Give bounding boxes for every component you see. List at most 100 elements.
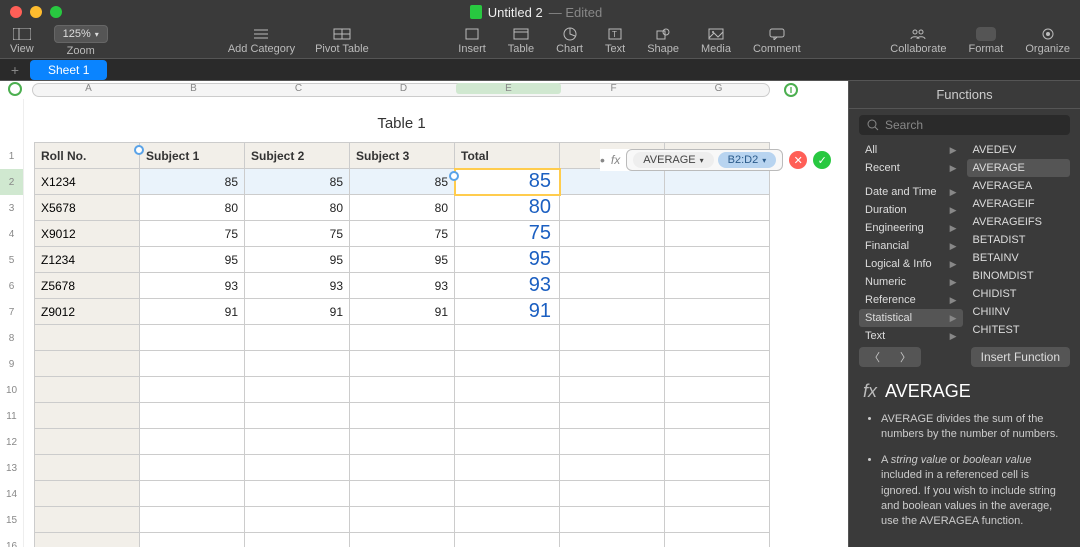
row-header-15[interactable]: 15 [0,507,24,533]
cell[interactable] [245,507,350,533]
cell[interactable] [665,455,770,481]
cell[interactable] [665,429,770,455]
cell[interactable] [350,429,455,455]
row-header-3[interactable]: 3 [0,195,24,221]
row-header-10[interactable]: 10 [0,377,24,403]
cell[interactable] [560,195,665,221]
column-header-F[interactable]: F [561,83,666,94]
cell[interactable] [665,169,770,195]
function-item[interactable]: CHIDIST [967,285,1071,303]
cell[interactable]: 93 [140,273,245,299]
cell[interactable] [455,403,560,429]
cell[interactable]: 80 [140,195,245,221]
table-row[interactable] [35,403,770,429]
cell[interactable] [140,455,245,481]
cell[interactable] [140,403,245,429]
formula-range[interactable]: B2:D2▾ [718,152,777,168]
pivot-table-button[interactable]: Pivot Table [315,27,369,55]
cell[interactable] [560,507,665,533]
table-row[interactable] [35,325,770,351]
cell[interactable] [140,533,245,547]
cell[interactable] [350,377,455,403]
cell[interactable] [560,247,665,273]
row-header-16[interactable]: 16 [0,533,24,547]
shape-button[interactable]: Shape [647,27,679,55]
cell[interactable] [665,195,770,221]
cell[interactable] [665,299,770,325]
cell[interactable] [140,351,245,377]
cell[interactable]: Z9012 [35,299,140,325]
table-header[interactable]: Subject 2 [245,143,350,169]
add-sheet-button[interactable]: + [0,62,30,78]
function-list[interactable]: AVEDEVAVERAGEAVERAGEAAVERAGEIFAVERAGEIFS… [967,141,1071,341]
table-row[interactable]: X123485858585 [35,169,770,195]
cell[interactable] [35,377,140,403]
cell[interactable] [665,533,770,547]
cell[interactable] [350,455,455,481]
formula-cancel-button[interactable]: ✕ [789,151,807,169]
table-header[interactable]: Subject 1 [140,143,245,169]
fullscreen-window-icon[interactable] [50,6,62,18]
cell[interactable] [665,273,770,299]
row-header-5[interactable]: 5 [0,247,24,273]
row-header-12[interactable]: 12 [0,429,24,455]
add-category-button[interactable]: Add Category [228,27,295,55]
cell[interactable] [35,533,140,547]
cell[interactable]: 85 [245,169,350,195]
format-button[interactable]: Format [969,27,1004,55]
cell[interactable] [560,481,665,507]
cell[interactable] [665,507,770,533]
cell[interactable] [560,325,665,351]
cell[interactable] [245,377,350,403]
column-header-A[interactable]: A [36,83,141,94]
table-title[interactable]: Table 1 [34,107,769,142]
category-list[interactable]: All▶Recent▶Date and Time▶Duration▶Engine… [859,141,963,341]
cell[interactable] [560,403,665,429]
cell[interactable] [455,507,560,533]
cell[interactable]: 85 [350,169,455,195]
cell[interactable]: 80 [245,195,350,221]
function-item[interactable]: AVERAGEIFS [967,213,1071,231]
zoom-button[interactable]: 125% ▾ Zoom [54,25,108,57]
table-row[interactable] [35,507,770,533]
function-item[interactable]: AVERAGE [967,159,1071,177]
cell[interactable] [455,481,560,507]
cell[interactable] [560,455,665,481]
row-header-1[interactable]: 1 [0,143,24,169]
cell[interactable] [665,221,770,247]
table-row[interactable] [35,481,770,507]
cell[interactable] [560,351,665,377]
function-item[interactable]: AVERAGEA [967,177,1071,195]
cell[interactable]: 95 [350,247,455,273]
function-item[interactable]: CHITEST [967,321,1071,339]
cell[interactable]: 95 [455,247,560,273]
organize-button[interactable]: Organize [1025,27,1070,55]
table-right-handle[interactable]: ‖ [784,83,798,97]
function-search[interactable]: Search [859,115,1070,135]
table-row[interactable] [35,533,770,547]
cell[interactable] [35,481,140,507]
cell[interactable] [560,377,665,403]
cell[interactable] [35,429,140,455]
cell[interactable] [140,429,245,455]
selection-handle[interactable] [449,171,459,181]
cell[interactable] [140,377,245,403]
cell[interactable] [350,507,455,533]
cell[interactable]: X9012 [35,221,140,247]
close-window-icon[interactable] [10,6,22,18]
table-row[interactable] [35,429,770,455]
cell[interactable]: 80 [455,195,560,221]
nav-back-button[interactable]: 〈 [859,347,890,367]
category-item[interactable]: Statistical▶ [859,309,963,327]
category-item[interactable]: Logical & Info▶ [859,255,963,273]
cell[interactable]: X1234 [35,169,140,195]
cell[interactable]: 80 [350,195,455,221]
zoom-select[interactable]: 125% ▾ [54,25,108,43]
column-header-D[interactable]: D [351,83,456,94]
spreadsheet-canvas[interactable]: ABCDEFG ‖ 1234567891011121314151617 Tabl… [0,81,848,547]
row-header-2[interactable]: 2 [0,169,24,195]
cell[interactable]: Z5678 [35,273,140,299]
category-item[interactable]: Financial▶ [859,237,963,255]
row-header-6[interactable]: 6 [0,273,24,299]
cell[interactable]: 75 [350,221,455,247]
